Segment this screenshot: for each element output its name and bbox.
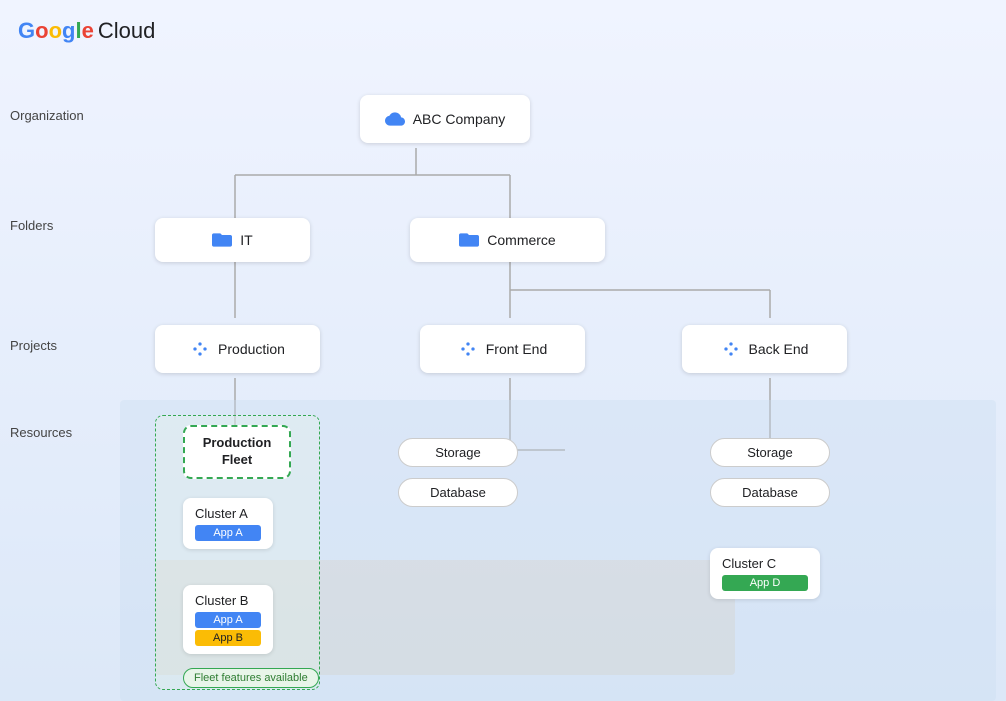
page-container: Google Cloud Organization Folders Projec… — [0, 0, 1006, 701]
commerce-label: Commerce — [487, 232, 555, 248]
cluster-b-app-a-badge: App A — [195, 612, 261, 628]
cluster-b-label: Cluster B — [195, 593, 261, 608]
app-b-badge: App B — [195, 630, 261, 646]
it-label: IT — [240, 232, 252, 248]
project-backend-icon — [721, 339, 741, 359]
frontend-storage: Storage — [398, 438, 518, 467]
label-folders: Folders — [10, 218, 53, 233]
cluster-c-label: Cluster C — [722, 556, 808, 571]
backend-label: Back End — [749, 341, 809, 357]
production-fleet-label: ProductionFleet — [203, 435, 272, 467]
commerce-folder-node: Commerce — [410, 218, 605, 262]
cloud-wordmark: Cloud — [98, 18, 155, 44]
org-node: ABC Company — [360, 95, 530, 143]
backend-project-node: Back End — [682, 325, 847, 373]
cluster-b-node: Cluster B App A App B — [183, 585, 273, 654]
label-resources: Resources — [10, 425, 72, 440]
cluster-a-node: Cluster A App A — [183, 498, 273, 549]
app-a-badge: App A — [195, 525, 261, 541]
label-projects: Projects — [10, 338, 57, 353]
google-wordmark: Google — [18, 18, 94, 44]
production-label: Production — [218, 341, 285, 357]
cluster-c-node: Cluster C App D — [710, 548, 820, 599]
app-d-badge: App D — [722, 575, 808, 591]
project-production-icon — [190, 339, 210, 359]
backend-storage: Storage — [710, 438, 830, 467]
frontend-label: Front End — [486, 341, 547, 357]
google-cloud-logo: Google Cloud — [18, 18, 155, 44]
project-frontend-icon — [458, 339, 478, 359]
folder-it-icon — [212, 230, 232, 250]
folder-commerce-icon — [459, 230, 479, 250]
production-project-node: Production — [155, 325, 320, 373]
frontend-project-node: Front End — [420, 325, 585, 373]
frontend-database: Database — [398, 478, 518, 507]
backend-database: Database — [710, 478, 830, 507]
it-folder-node: IT — [155, 218, 310, 262]
cloud-org-icon — [385, 109, 405, 129]
org-label: ABC Company — [413, 111, 506, 127]
production-fleet-node: ProductionFleet — [183, 425, 291, 479]
cluster-a-label: Cluster A — [195, 506, 261, 521]
label-organization: Organization — [10, 108, 84, 123]
fleet-features-badge: Fleet features available — [183, 668, 319, 688]
